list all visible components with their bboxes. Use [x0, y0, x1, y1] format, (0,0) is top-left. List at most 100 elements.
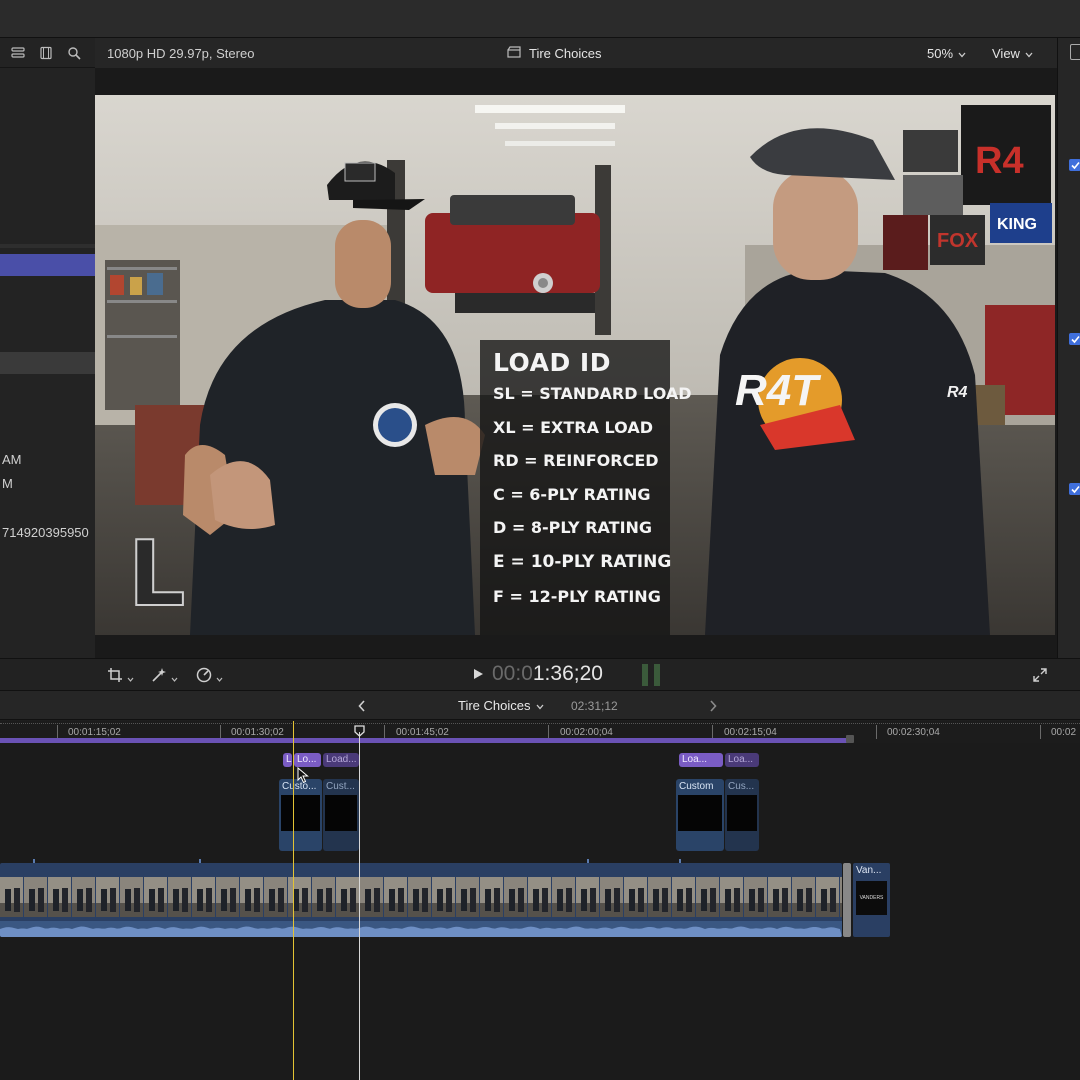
- browser-panel: AM M 714920395950: [0, 38, 95, 658]
- view-popup[interactable]: View: [992, 46, 1033, 61]
- fullscreen-icon[interactable]: [1033, 668, 1047, 687]
- chevron-right-icon[interactable]: [709, 699, 717, 717]
- end-title-clip[interactable]: Van... VANDERS: [853, 863, 890, 937]
- generator-clip[interactable]: Cus...: [725, 779, 759, 851]
- playhead-handle[interactable]: [354, 724, 365, 737]
- overlay-line-7: F = 12-PLY RATING: [493, 587, 661, 606]
- filmstrip-frame: [672, 877, 695, 917]
- timecode-dim: 00:0: [492, 662, 533, 685]
- filmstrip-frame: [192, 877, 215, 917]
- filmstrip-frame: [240, 877, 263, 917]
- generator-clip[interactable]: Cust...: [323, 779, 359, 851]
- timecode-display[interactable]: 00:01:36;20: [473, 662, 603, 686]
- range-end-handle[interactable]: [846, 735, 854, 743]
- overlay-line-4: C = 6-PLY RATING: [493, 484, 651, 504]
- filmstrip-frame: [624, 877, 647, 917]
- generator-thumb: [678, 795, 722, 831]
- filmstrip-frame: [504, 877, 527, 917]
- ruler-tick: [1040, 725, 1041, 739]
- chevron-down-icon: [171, 669, 178, 687]
- ruler-tick: [57, 725, 58, 739]
- retime-popup[interactable]: [196, 667, 223, 688]
- browser-item-time-1: AM: [2, 452, 22, 467]
- timeline-title-popup[interactable]: Tire Choices: [458, 698, 544, 713]
- filmstrip-frame: [576, 877, 599, 917]
- load-id-overlay: LOAD ID SL = STANDARD LOAD XL = EXTRA LO…: [480, 340, 692, 635]
- viewer-project-title: Tire Choices: [507, 46, 601, 61]
- inspector-checkbox-3[interactable]: [1069, 483, 1080, 495]
- filmstrip-icon[interactable]: [38, 45, 54, 61]
- title-clip[interactable]: Loa...: [679, 753, 723, 767]
- play-icon[interactable]: [473, 662, 484, 686]
- transform-popup[interactable]: [107, 667, 134, 688]
- filmstrip-frame: [792, 877, 815, 917]
- playhead-line[interactable]: [359, 732, 360, 1080]
- shirt-r4t-text: R4T: [735, 366, 821, 415]
- browser-selected-row[interactable]: [0, 254, 95, 276]
- video-frame[interactable]: R4 KING FOX R4T R4 LOAD ID SL = STANDARD…: [95, 95, 1055, 635]
- primary-video-clip[interactable]: [0, 863, 842, 937]
- filmstrip-frame: [456, 877, 479, 917]
- filmstrip-frame: [336, 877, 359, 917]
- end-clip-label: Van...: [856, 865, 882, 876]
- enhance-popup[interactable]: [151, 667, 178, 688]
- chevron-left-icon[interactable]: [358, 699, 366, 717]
- zoom-popup[interactable]: 50%: [927, 46, 966, 61]
- clip-filmstrip: [0, 877, 842, 917]
- ruler-label-3: 00:01:45;02: [396, 727, 449, 738]
- inspector-checkbox-2[interactable]: [1069, 333, 1080, 345]
- generator-clip[interactable]: Custo...: [279, 779, 322, 851]
- filmstrip-frame: [720, 877, 743, 917]
- banner-fox-text: FOX: [937, 230, 979, 252]
- clip-trim-handle[interactable]: [843, 863, 851, 937]
- viewer-title-text: Tire Choices: [529, 45, 602, 61]
- filmstrip-frame: [264, 877, 287, 917]
- generator-thumb: [325, 795, 357, 831]
- generator-clip-label: Cus...: [728, 781, 755, 792]
- skimmer-line[interactable]: [293, 721, 294, 1080]
- speed-icon: [196, 667, 212, 688]
- end-clip-logo-text: VANDERS: [859, 895, 884, 901]
- filmstrip-frame: [600, 877, 623, 917]
- inspector-panel: [1057, 38, 1080, 658]
- filmstrip-frame: [360, 877, 383, 917]
- format-label: 1080p HD 29.97p, Stereo: [107, 45, 255, 61]
- title-clip[interactable]: Lo...: [294, 753, 321, 767]
- browser-bottom-bar: [0, 658, 95, 690]
- ruler-tick: [384, 725, 385, 739]
- filmstrip-frame: [144, 877, 167, 917]
- filmstrip-frame: [312, 877, 335, 917]
- timeline-title: Tire Choices: [458, 698, 531, 713]
- title-clip[interactable]: L: [283, 753, 292, 767]
- timecode-bright: 1:36;20: [532, 662, 603, 685]
- inspector-toggle-icon[interactable]: [1070, 44, 1080, 60]
- filmstrip-frame: [744, 877, 767, 917]
- clapper-icon: [507, 45, 521, 61]
- magic-wand-icon: [151, 667, 167, 688]
- overlay-line-5: D = 8-PLY RATING: [493, 518, 653, 537]
- overlay-line-2: XL = EXTRA LOAD: [493, 417, 653, 437]
- title-clip[interactable]: Load...: [323, 753, 359, 767]
- zoom-value: 50%: [927, 45, 954, 61]
- filmstrip-frame: [216, 877, 239, 917]
- ruler-tick: [712, 725, 713, 739]
- filmstrip-frame: [0, 877, 23, 917]
- audio-meter-left: [642, 664, 648, 686]
- chevron-down-icon: [536, 698, 544, 713]
- ruler-tick: [220, 725, 221, 739]
- search-icon[interactable]: [66, 45, 82, 61]
- crop-icon: [107, 667, 123, 688]
- title-clip[interactable]: Loa...: [725, 753, 759, 767]
- filmstrip-frame: [648, 877, 671, 917]
- inspector-checkbox-1[interactable]: [1069, 159, 1080, 171]
- end-clip-thumb: VANDERS: [856, 881, 887, 915]
- ruler-label-7: 00:02: [1051, 727, 1077, 738]
- filmstrip-frame: [48, 877, 71, 917]
- libraries-icon[interactable]: [10, 45, 26, 61]
- generator-clip[interactable]: Custom: [676, 779, 724, 851]
- overlay-line-3: RD = REINFORCED: [493, 451, 659, 470]
- banner-king-text: KING: [997, 216, 1037, 233]
- browser-highlight-row[interactable]: [0, 352, 95, 374]
- chevron-down-icon: [1025, 46, 1033, 61]
- waveform-shape: [0, 926, 842, 937]
